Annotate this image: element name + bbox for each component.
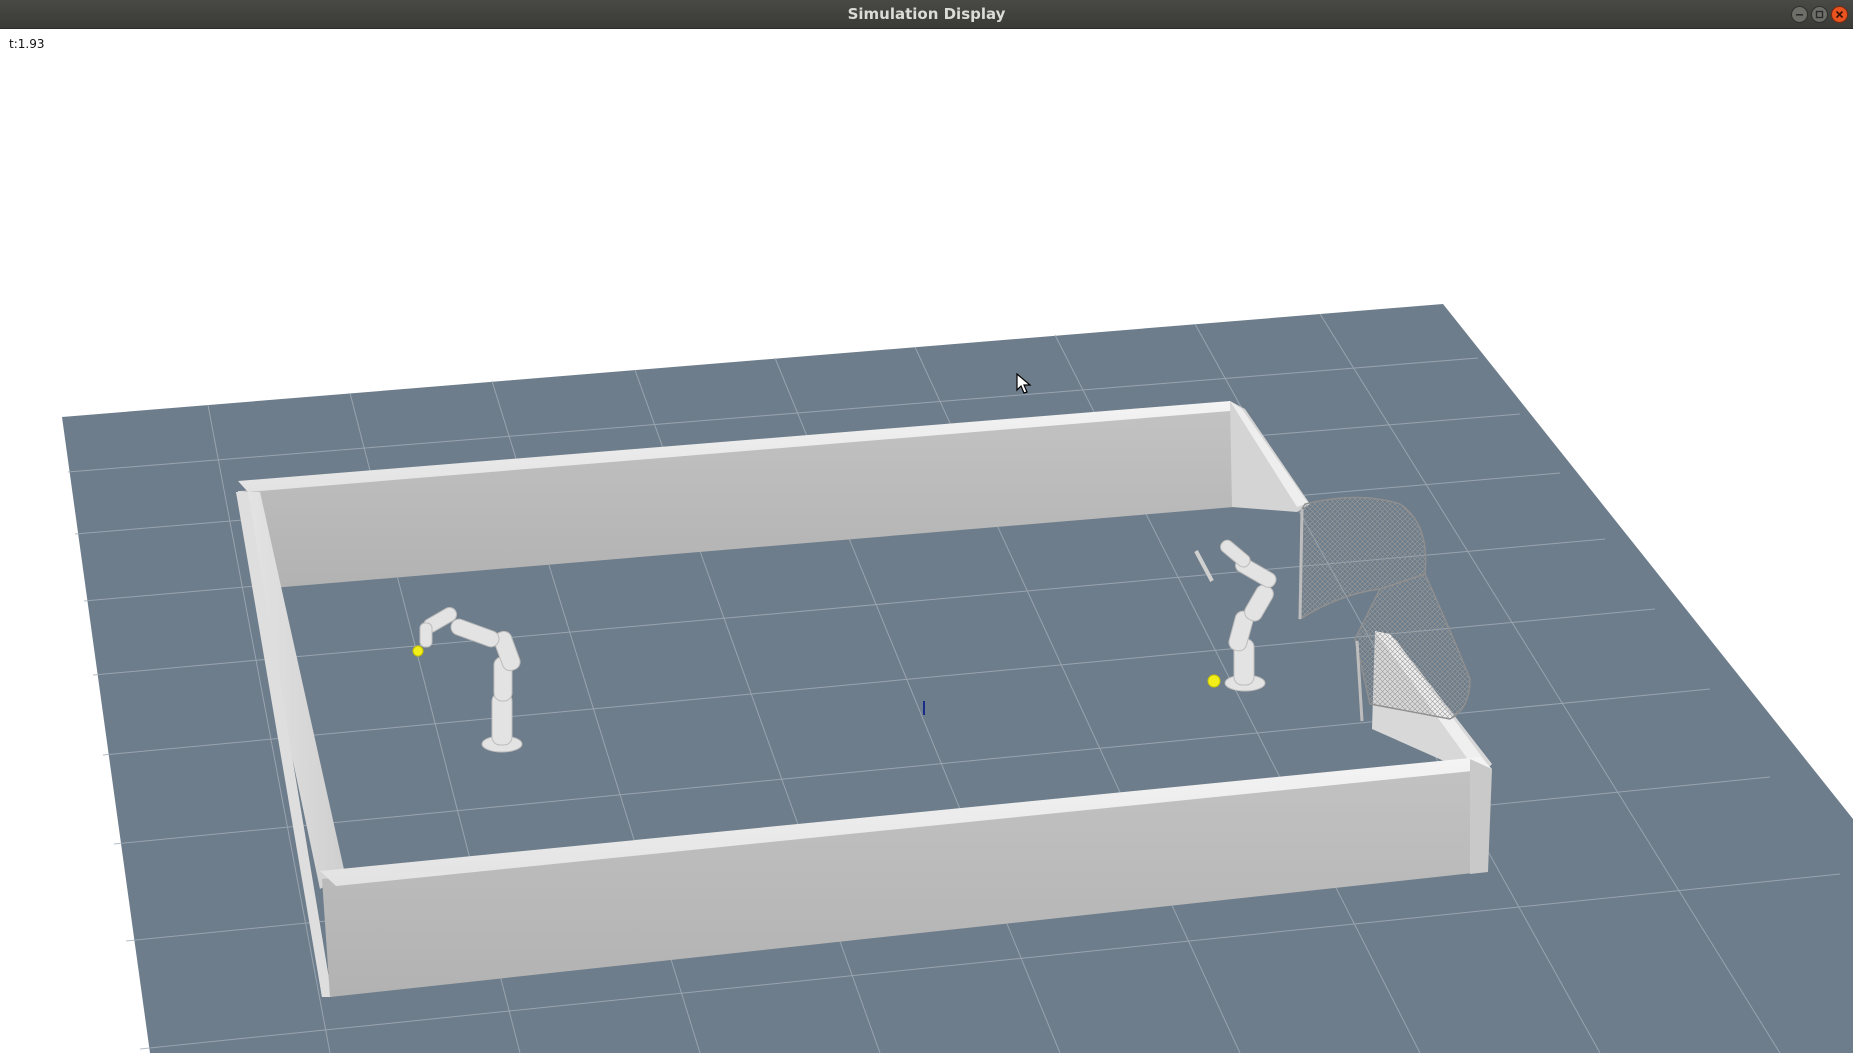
window-titlebar[interactable]: Simulation Display xyxy=(0,0,1853,29)
window-title: Simulation Display xyxy=(847,5,1006,23)
close-button[interactable] xyxy=(1831,6,1848,23)
minimize-button[interactable] xyxy=(1791,6,1808,23)
minimize-icon xyxy=(1796,14,1803,16)
ball-right xyxy=(1207,674,1221,688)
close-icon xyxy=(1835,10,1844,19)
ball-left xyxy=(412,645,424,657)
3d-scene[interactable] xyxy=(0,29,1853,1053)
maximize-button[interactable] xyxy=(1811,6,1828,23)
mouse-cursor-icon xyxy=(1016,373,1032,394)
maximize-icon xyxy=(1815,10,1824,19)
simulation-viewport[interactable]: t:1.93 xyxy=(0,29,1853,1053)
